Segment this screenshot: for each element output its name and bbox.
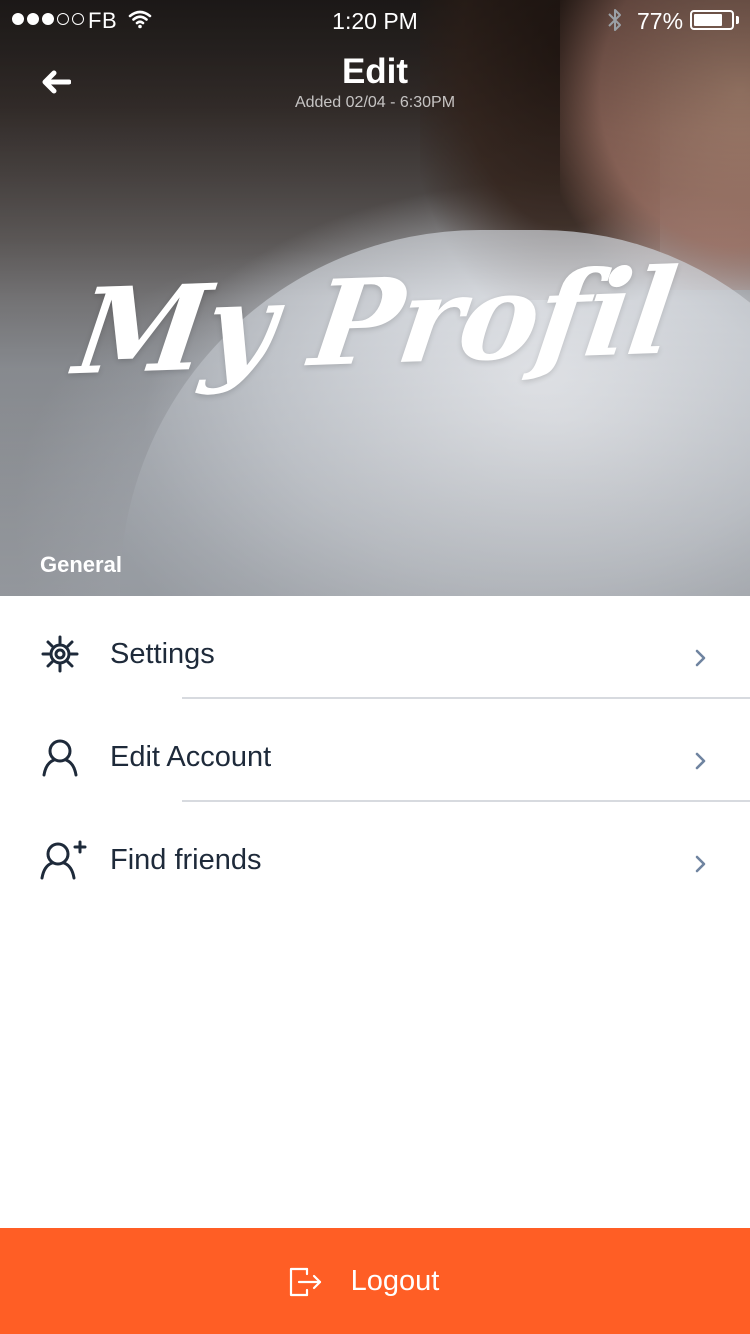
settings-gear-icon bbox=[41, 635, 79, 673]
logout-button[interactable]: Logout bbox=[0, 1228, 750, 1334]
profile-hero: FB 1:20 PM 77% Edit Added 02/04 - 6:30PM… bbox=[0, 0, 750, 596]
battery-percent: 77% bbox=[637, 8, 684, 34]
page-title: Edit bbox=[341, 52, 409, 91]
page-subtitle: Added 02/04 - 6:30PM bbox=[294, 94, 456, 111]
chevron-right-icon bbox=[695, 752, 706, 770]
menu-item-settings[interactable]: Settings bbox=[0, 596, 750, 697]
chevron-right-icon bbox=[695, 855, 706, 873]
menu-item-label: Find friends bbox=[110, 844, 262, 876]
menu-item-find-friends[interactable]: Find friends bbox=[0, 802, 750, 903]
menu-item-label: Settings bbox=[110, 638, 215, 670]
profile-script-title: My Profil bbox=[67, 241, 683, 402]
status-bar: FB 1:20 PM 77% bbox=[0, 0, 750, 40]
user-icon bbox=[42, 739, 78, 777]
menu-item-label: Edit Account bbox=[110, 741, 272, 773]
settings-menu: Settings Edit Account Find friends bbox=[0, 596, 750, 903]
menu-item-edit-account[interactable]: Edit Account bbox=[0, 699, 750, 800]
battery-icon bbox=[690, 10, 734, 30]
chevron-right-icon bbox=[695, 649, 706, 667]
logout-content: Logout bbox=[287, 1263, 440, 1299]
logout-label: Logout bbox=[350, 1264, 440, 1297]
bluetooth-icon bbox=[608, 9, 621, 31]
add-user-icon bbox=[40, 840, 87, 880]
logout-icon bbox=[289, 1267, 321, 1297]
section-label-general: General bbox=[40, 552, 122, 577]
battery-cap bbox=[736, 16, 739, 24]
battery-level bbox=[694, 14, 722, 26]
